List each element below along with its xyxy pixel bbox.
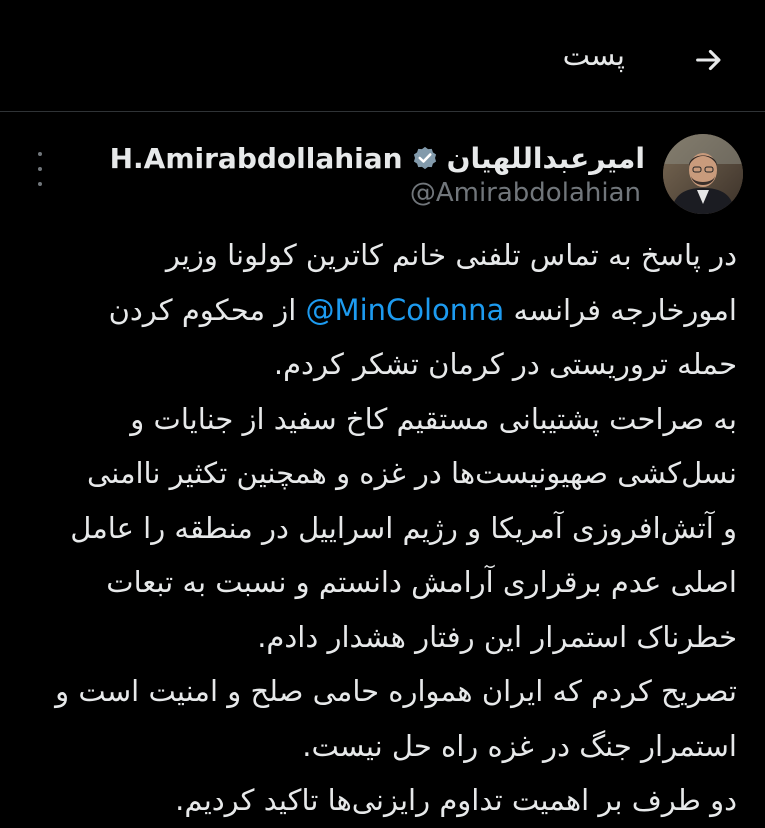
author-name-row[interactable]: امیرعبداللهیان H.Amirabdollahian <box>110 140 645 176</box>
tweet-line: به صراحت پشتیبانی مستقیم کاخ سفید از جنا… <box>130 401 737 436</box>
arrow-right-icon <box>696 49 721 71</box>
more-vertical-icon-dot <box>38 182 42 186</box>
author-handle[interactable]: @Amirabdolahian <box>410 178 641 208</box>
tweet-line: دو طرف بر اهمیت تداوم رایزنی‌ها تاکید کر… <box>175 783 737 817</box>
back-button[interactable] <box>689 40 729 80</box>
avatar[interactable] <box>663 134 743 214</box>
top-bar: پست <box>0 0 765 112</box>
tweet-line: در پاسخ به تماس تلفنی خانم کاترین کولونا… <box>165 238 737 272</box>
tweet-line: حمله تروریستی در کرمان تشکر کردم. <box>273 347 737 381</box>
tweet-line: نسل‌کشی صهیونیست‌ها در غزه و همچنین تکثی… <box>87 456 737 490</box>
tweet-line: استمرار جنگ در غزه راه حل نیست. <box>302 728 737 763</box>
author-display-name-fa[interactable]: امیرعبداللهیان <box>447 142 645 175</box>
verified-badge-icon <box>413 146 436 170</box>
author-photo <box>663 134 743 214</box>
author-display-name-en[interactable]: H.Amirabdollahian <box>110 142 403 175</box>
tweet-line: خطرناک استمرار این رفتار هشدار دادم. <box>257 619 737 654</box>
page-title: پست <box>562 38 625 72</box>
tweet-line: اصلی عدم برقراری آرامش دانستم و نسبت به … <box>106 565 737 599</box>
tweet-line: و آتش‌افروزی آمریکا و رژیم اسراییل در من… <box>70 510 737 545</box>
tweet-text-segment: امورخارجه فرانسه <box>504 292 737 327</box>
more-options-button[interactable] <box>30 152 50 186</box>
more-vertical-icon-dot <box>38 152 42 156</box>
tweet-line: امورخارجه فرانسه @MinColonna از محکوم کر… <box>25 283 737 338</box>
mention-link[interactable]: @MinColonna <box>306 293 505 327</box>
tweet-line: تصریح کردم که ایران همواره حامی صلح و ام… <box>55 674 737 708</box>
tweet-text: در پاسخ به تماس تلفنی خانم کاترین کولونا… <box>25 228 737 828</box>
tweet-text-segment: از محکوم کردن <box>108 292 306 327</box>
more-vertical-icon-dot <box>38 167 42 171</box>
